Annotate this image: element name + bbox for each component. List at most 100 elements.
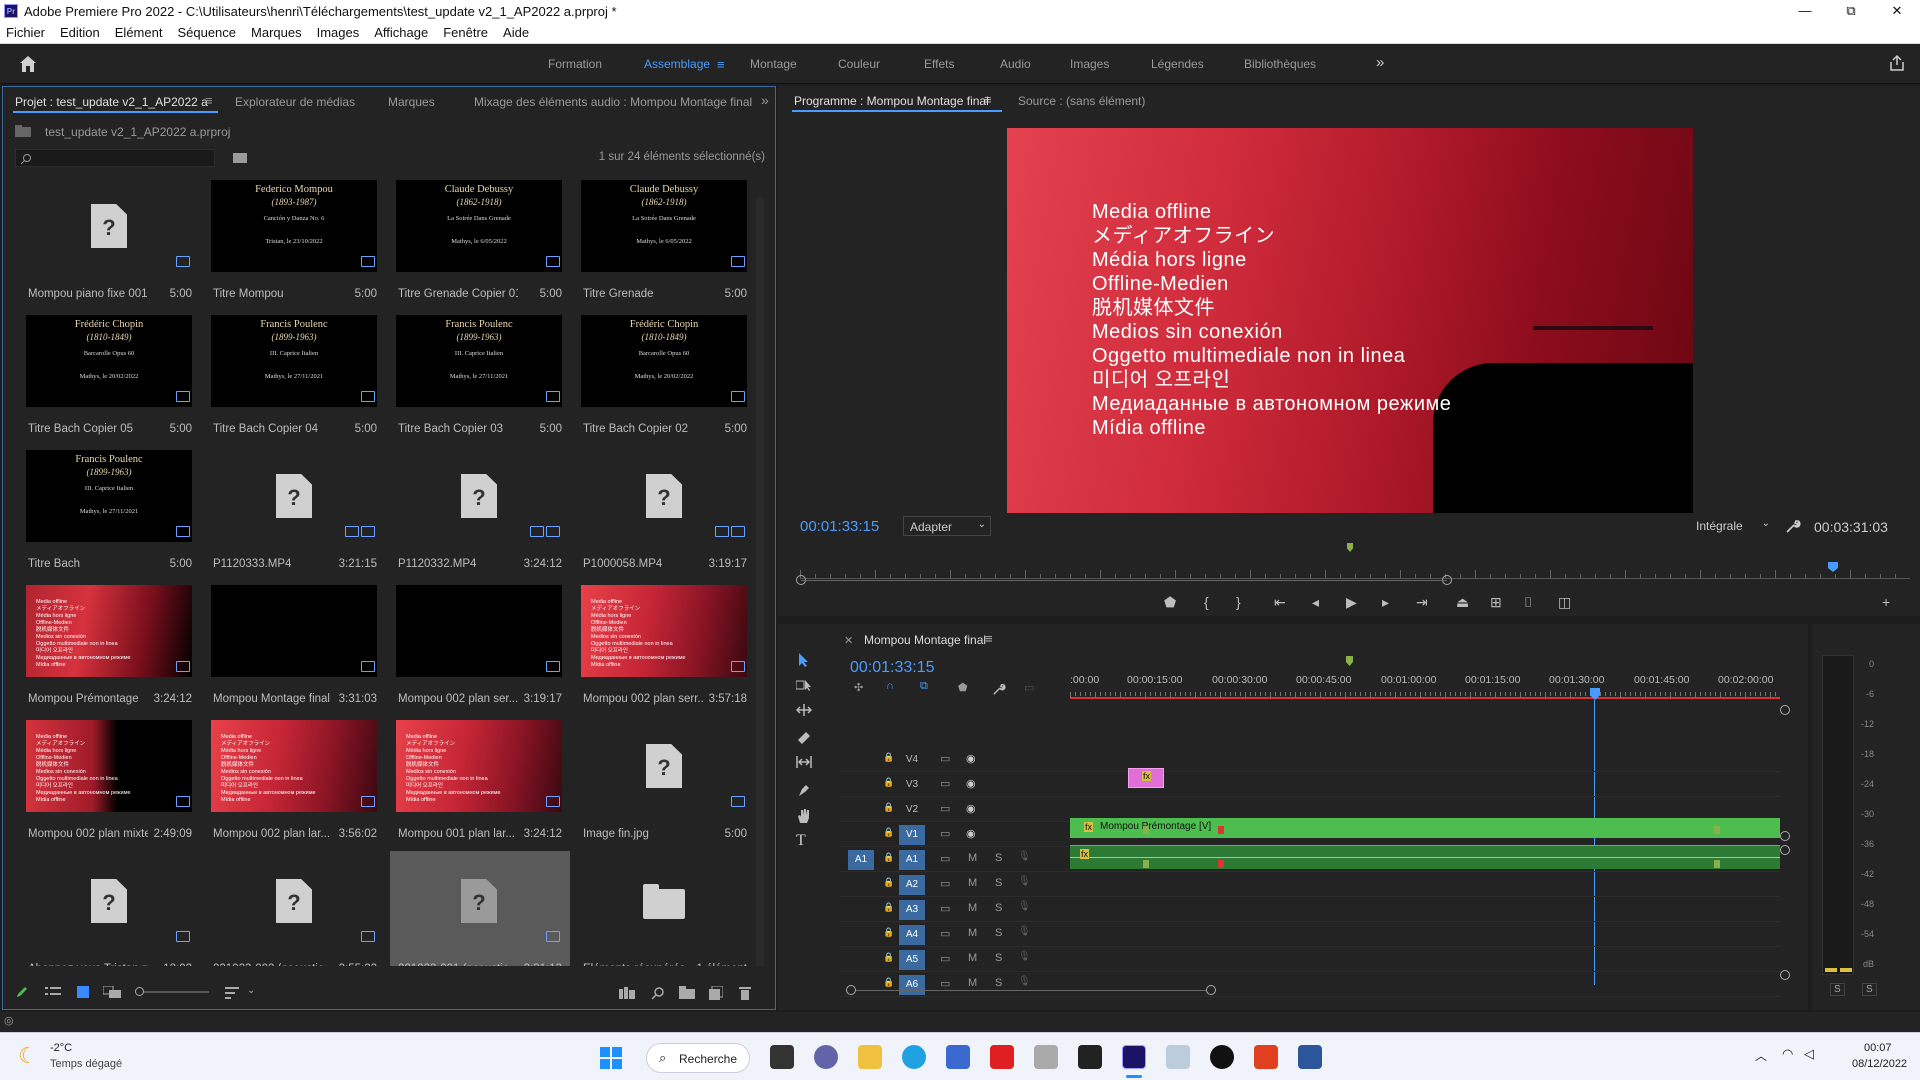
tab-markers[interactable]: Marques [388,95,435,109]
eye-icon[interactable]: ◉ [966,827,976,840]
menu-element[interactable]: Elément [115,25,163,40]
solo-button[interactable]: S [995,877,1002,889]
razor-tool-icon[interactable] [796,730,812,744]
timeline-settings-wrench-icon[interactable] [992,682,1006,696]
menu-images[interactable]: Images [317,25,360,40]
tray-chevron-icon[interactable]: ︿ [1755,1047,1767,1064]
program-tab-menu-icon[interactable]: ≡ [984,92,992,107]
mute-button[interactable]: M [968,902,977,914]
project-search-input[interactable] [15,149,215,167]
project-item[interactable]: Mompou 002 plan ser... 3:19:17 [390,581,570,713]
vertical-zoom-mid2-handle[interactable] [1780,845,1790,855]
horizontal-zoom-start-handle[interactable] [846,985,856,995]
audio-track-target[interactable]: A6 [899,975,925,995]
zoom-slider-handle[interactable] [135,987,144,996]
lock-icon[interactable]: 🔒 [883,877,894,888]
new-bin-icon[interactable] [679,986,695,999]
office-icon[interactable] [1254,1045,1278,1069]
add-marker-button[interactable]: ⬟ [1164,594,1176,611]
maximize-button[interactable]: ⧉ [1828,0,1874,22]
file-explorer-icon[interactable] [858,1045,882,1069]
sort-icon[interactable] [225,987,239,999]
lock-icon[interactable]: 🔒 [883,977,894,988]
word-icon[interactable] [1298,1045,1322,1069]
chart-app-icon[interactable] [1166,1045,1190,1069]
clip-v1[interactable]: fx Mompou Prémontage [V] [1070,818,1780,838]
eye-icon[interactable]: ◉ [966,752,976,765]
mute-button[interactable]: M [968,977,977,989]
sync-lock-icon[interactable]: ▭ [940,777,950,790]
video-track-target[interactable]: V4 [899,750,925,770]
voiceover-record-icon[interactable]: 🎙 [1018,851,1031,862]
voiceover-record-icon[interactable]: 🎙 [1018,876,1031,887]
comparison-view-button[interactable]: ◫ [1558,594,1571,611]
project-item[interactable]: ? P1000058.MP4 3:19:17 [575,446,755,578]
automate-to-sequence-icon[interactable] [619,987,635,999]
project-item[interactable]: Claude Debussy (1862-1918) La Soirée Dans … [390,176,570,308]
taskbar-search-button[interactable]: ⌕ Recherche [646,1043,750,1073]
project-item[interactable]: ? P1120332.MP4 3:24:12 [390,446,570,578]
more-panels-button[interactable]: » [761,92,769,108]
tab-audio-clip-mixer[interactable]: Mixage des éléments audio : Mompou Monta… [474,95,752,109]
voiceover-record-icon[interactable]: 🎙 [1018,926,1031,937]
project-item[interactable]: Claude Debussy (1862-1918) La Soirée Dans … [575,176,755,308]
vertical-zoom-bottom-handle[interactable] [1780,970,1790,980]
menu-edition[interactable]: Edition [60,25,100,40]
home-icon[interactable] [18,54,38,74]
workspace-images[interactable]: Images [1070,57,1109,71]
export-frame-button[interactable]: ⌷ [1524,594,1532,611]
sync-lock-icon[interactable]: ▭ [940,802,950,815]
menu-fichier[interactable]: Fichier [6,25,45,40]
captions-icon[interactable]: ▭ [1024,681,1034,694]
lock-icon[interactable]: 🔒 [883,927,894,938]
menu-sequence[interactable]: Séquence [177,25,236,40]
project-item[interactable]: Media offline メディアオフライン Média hors ligne Of… [390,716,570,848]
workspace-legendes[interactable]: Légendes [1151,57,1204,71]
share-icon[interactable] [1888,54,1906,72]
workspace-assemblage[interactable]: Assemblage [644,57,710,71]
menu-fenetre[interactable]: Fenêtre [443,25,488,40]
ripple-edit-tool-icon[interactable] [796,704,812,716]
project-item[interactable]: Media offline メディアオフライン Média hors ligne Of… [205,716,385,848]
teams-icon[interactable] [814,1045,838,1069]
new-item-icon[interactable] [709,986,723,1000]
project-tab-menu-icon[interactable]: ≡ [205,93,213,108]
menu-affichage[interactable]: Affichage [374,25,428,40]
sync-lock-icon[interactable]: ▭ [940,752,950,765]
weather-moon-icon[interactable]: ☾ [18,1043,38,1069]
nest-toggle-icon[interactable]: ✣ [854,681,863,694]
pencil-icon[interactable] [15,985,29,999]
fit-dropdown[interactable]: Adapter ⌄ [903,516,991,536]
workspace-couleur[interactable]: Couleur [838,57,880,71]
project-scrollbar[interactable] [756,196,764,966]
horizontal-zoom-bar[interactable] [856,990,1206,991]
lock-icon[interactable]: 🔒 [883,802,894,813]
workspace-audio[interactable]: Audio [1000,57,1031,71]
video-track-target[interactable]: V2 [899,800,925,820]
type-tool-icon[interactable]: T [796,832,806,850]
clip-a1[interactable]: fx [1070,845,1780,869]
weather-temp[interactable]: -2°C [50,1042,72,1054]
add-marker-icon[interactable]: ⬟ [958,681,968,694]
windows-start-icon[interactable] [600,1047,622,1069]
project-item[interactable]: Francis Poulenc (1899-1963) III. Caprice I… [390,311,570,443]
workspace-menu-icon[interactable]: ≡ [717,57,725,72]
audio-track-target[interactable]: A3 [899,900,925,920]
lift-button[interactable]: ⏏ [1456,594,1469,611]
voiceover-record-icon[interactable]: 🎙 [1018,951,1031,962]
project-item[interactable]: ? Image fin.jpg 5:00 [575,716,755,848]
workspace-formation[interactable]: Formation [548,57,602,71]
timeline-ruler[interactable]: :00:00 00:00:15:00 00:00:30:00 00:00:45:00 0… [1070,666,1780,706]
audio-track-target[interactable]: A2 [899,875,925,895]
mute-button[interactable]: M [968,852,977,864]
step-back-button[interactable]: ◂ [1312,594,1319,611]
meter-solo-left-button[interactable]: S [1830,983,1845,996]
play-button[interactable]: ▶ [1346,594,1357,611]
tab-project[interactable]: Projet : test_update v2_1_AP2022 a [15,95,208,109]
more-workspaces-button[interactable]: » [1376,54,1384,71]
youtube-icon[interactable] [990,1045,1014,1069]
program-time-ruler[interactable] [800,565,1910,579]
vertical-zoom-mid-handle[interactable] [1780,831,1790,841]
project-item[interactable]: ? Abonnez vous Tristan.mov 18:02 [20,851,200,966]
find-icon[interactable] [651,986,665,1000]
